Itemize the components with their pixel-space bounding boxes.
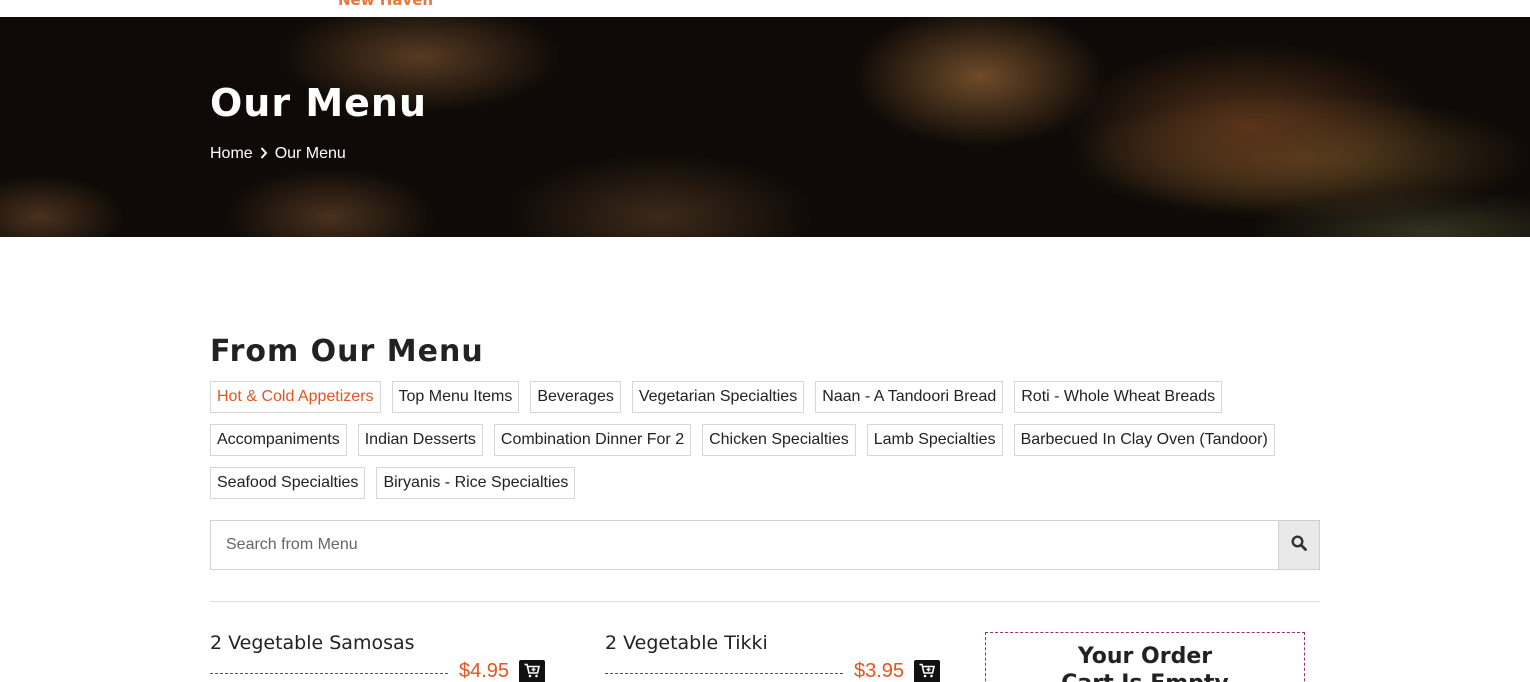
menu-search-input[interactable] (211, 521, 1278, 569)
hero-banner: Our Menu Home Our Menu (0, 17, 1530, 237)
breadcrumb-home-link[interactable]: Home (210, 145, 253, 163)
cart-empty-message: Cart Is Empty (986, 671, 1304, 682)
search-button[interactable] (1278, 521, 1319, 569)
cart-plus-icon (524, 663, 541, 682)
menu-item: 2 Vegetable Tikki $3.95 (605, 632, 940, 682)
section-title: From Our Menu (210, 334, 484, 369)
breadcrumb-current: Our Menu (274, 145, 346, 162)
dotted-leader (605, 673, 843, 674)
order-title: Your Order (1077, 644, 1213, 669)
breadcrumb: Home Our Menu (210, 145, 346, 163)
top-navbar: New Haven (0, 0, 1530, 17)
menu-item-name: 2 Vegetable Samosas (210, 632, 415, 654)
category-tab-beverages[interactable]: Beverages (530, 381, 621, 413)
category-tab-lamb-specialties[interactable]: Lamb Specialties (866, 424, 1003, 456)
page-title: Our Menu (210, 81, 428, 125)
category-tab-biryanis[interactable]: Biryanis - Rice Specialties (376, 467, 576, 499)
chevron-right-icon (256, 146, 272, 162)
search-icon (1291, 534, 1307, 556)
order-summary-box: Your Order Cart Is Empty (985, 632, 1305, 682)
category-tab-hot-cold-appetizers[interactable]: Hot & Cold Appetizers (210, 381, 381, 413)
menu-item-price: $4.95 (459, 660, 510, 682)
section-divider (210, 601, 1320, 602)
dotted-leader (210, 673, 448, 674)
add-to-cart-button[interactable] (914, 660, 940, 682)
brand-subtitle[interactable]: New Haven (338, 0, 433, 9)
menu-search-bar (210, 520, 1320, 570)
category-tab-naan[interactable]: Naan - A Tandoori Bread (815, 381, 1004, 413)
menu-item-price: $3.95 (854, 660, 905, 682)
category-tab-vegetarian-specialties[interactable]: Vegetarian Specialties (631, 381, 805, 413)
add-to-cart-button[interactable] (519, 660, 545, 682)
category-tab-combination-dinner[interactable]: Combination Dinner For 2 (493, 424, 692, 456)
category-tab-chicken-specialties[interactable]: Chicken Specialties (702, 424, 856, 456)
category-tab-top-menu-items[interactable]: Top Menu Items (391, 381, 520, 413)
menu-item: 2 Vegetable Samosas $4.95 (210, 632, 545, 682)
category-tab-indian-desserts[interactable]: Indian Desserts (357, 424, 483, 456)
menu-item-name: 2 Vegetable Tikki (605, 632, 768, 654)
category-filter-list: Hot & Cold Appetizers Top Menu Items Bev… (210, 381, 1320, 499)
category-tab-tandoor[interactable]: Barbecued In Clay Oven (Tandoor) (1013, 424, 1275, 456)
cart-plus-icon (919, 663, 936, 682)
category-tab-roti[interactable]: Roti - Whole Wheat Breads (1014, 381, 1223, 413)
category-tab-seafood-specialties[interactable]: Seafood Specialties (210, 467, 366, 499)
category-tab-accompaniments[interactable]: Accompaniments (210, 424, 347, 456)
